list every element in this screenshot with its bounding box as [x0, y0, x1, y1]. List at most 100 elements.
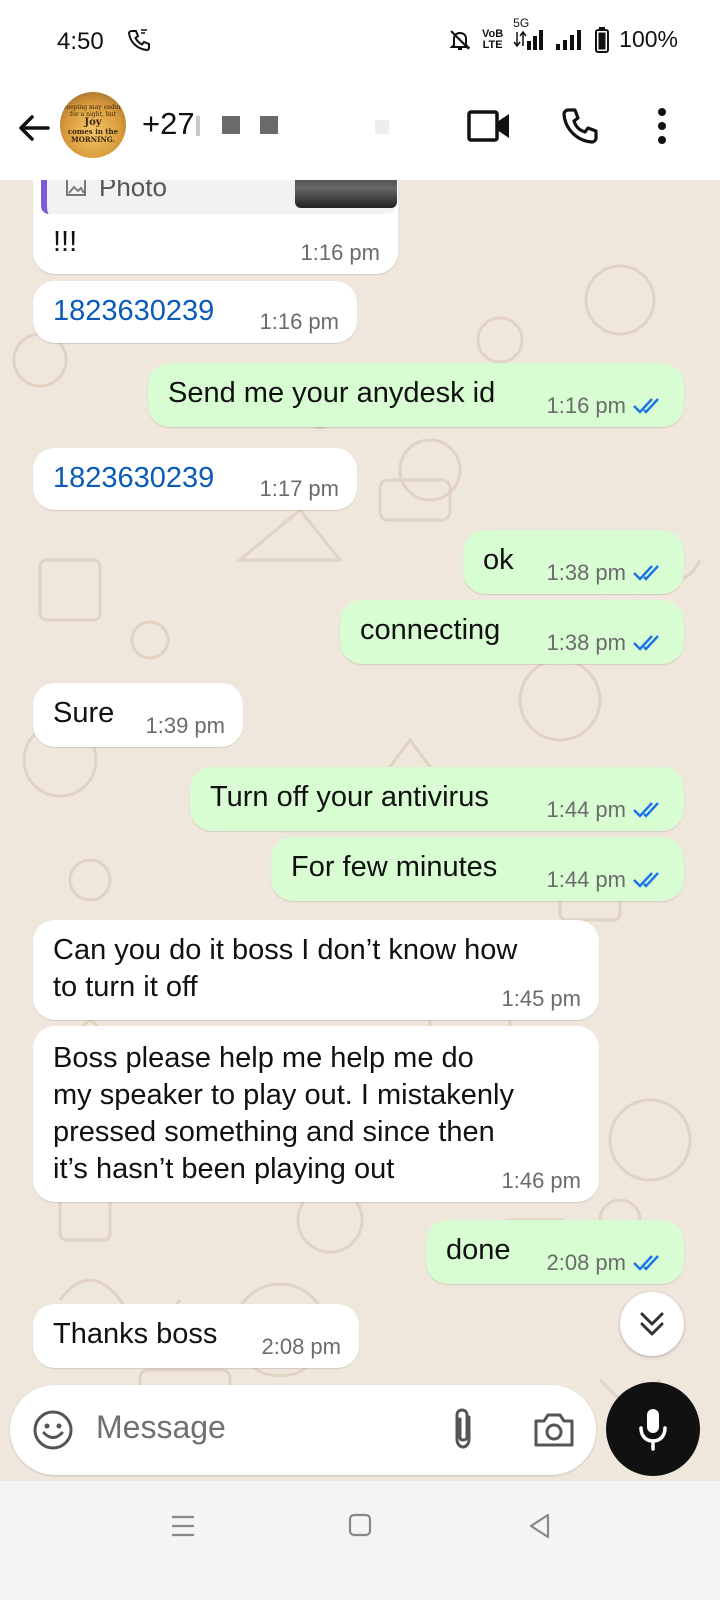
message-bubble-incoming[interactable]: Photo !!! 1:16 pm: [33, 180, 398, 274]
message-time: 1:16 pm: [546, 393, 627, 418]
wifi-calling-icon: [127, 29, 150, 52]
message-composer[interactable]: Message: [10, 1385, 596, 1475]
message-text: Send me your anydesk id: [168, 377, 496, 409]
attach-icon[interactable]: [446, 1407, 480, 1453]
battery-percent: 100%: [619, 26, 678, 52]
battery-icon: [595, 26, 610, 53]
scroll-to-bottom-button[interactable]: [620, 1292, 684, 1356]
signal-icon-2: [556, 29, 582, 50]
message-meta: 1:16 pm: [260, 309, 340, 335]
emoji-icon[interactable]: [32, 1409, 74, 1451]
message-meta: 1:38 pm: [547, 560, 667, 586]
mic-icon: [639, 1409, 667, 1451]
message-bubble-outgoing[interactable]: done 2:08 pm: [426, 1220, 684, 1284]
message-time: 1:17 pm: [259, 476, 340, 501]
signal-icon-1: [513, 29, 544, 50]
message-text: Can you do it boss I don’t know how to t…: [53, 934, 518, 1003]
read-ticks-icon: [633, 635, 659, 651]
message-text: Boss please help me help me do my speake…: [53, 1042, 514, 1185]
message-bubble-incoming[interactable]: Boss please help me help me do my speake…: [33, 1026, 599, 1202]
message-meta: 2:08 pm: [547, 1250, 667, 1276]
avatar-text-line1: Weeping may endure for a night, but: [60, 104, 126, 118]
message-text: done: [446, 1234, 511, 1266]
message-meta: 1:17 pm: [260, 476, 340, 502]
message-meta: 1:38 pm: [547, 630, 667, 656]
message-bubble-incoming[interactable]: Can you do it boss I don’t know how to t…: [33, 920, 599, 1020]
message-meta: 1:44 pm: [547, 867, 667, 893]
quoted-photo-preview[interactable]: Photo: [41, 180, 397, 214]
status-time: 4:50: [57, 28, 104, 55]
message-bubble-outgoing[interactable]: connecting 1:38 pm: [340, 600, 684, 664]
message-meta: 1:46 pm: [502, 1168, 582, 1194]
message-time: 1:38 pm: [546, 630, 627, 655]
read-ticks-icon: [633, 398, 659, 414]
read-ticks-icon: [633, 872, 659, 888]
redacted-number: [196, 116, 200, 136]
read-ticks-icon: [633, 802, 659, 818]
read-ticks-icon: [633, 565, 659, 581]
message-text: Thanks boss: [53, 1318, 218, 1350]
volte-badge: VoB LTE: [481, 27, 504, 51]
message-meta: 1:44 pm: [547, 797, 667, 823]
message-input-placeholder[interactable]: Message: [96, 1409, 226, 1446]
message-link-text[interactable]: 1823630239: [53, 460, 214, 497]
home-icon[interactable]: [346, 1511, 374, 1539]
message-meta: 1:45 pm: [502, 986, 582, 1012]
contact-name[interactable]: +27: [142, 106, 195, 142]
message-time: 1:38 pm: [546, 560, 627, 585]
redacted-number: [260, 116, 278, 134]
read-ticks-icon: [633, 1255, 659, 1271]
signal-5g: 5G: [513, 16, 545, 52]
message-bubble-outgoing[interactable]: Send me your anydesk id 1:16 pm: [148, 363, 684, 427]
message-text: Turn off your antivirus: [210, 781, 489, 813]
video-call-icon[interactable]: [466, 108, 512, 144]
message-bubble-incoming[interactable]: Thanks boss 2:08 pm: [33, 1304, 359, 1368]
message-meta: 1:39 pm: [146, 713, 226, 739]
scroll-down-icon: [640, 1312, 664, 1336]
photo-icon: [66, 180, 86, 196]
message-time: 1:44 pm: [546, 867, 627, 892]
quoted-label: Photo: [99, 180, 167, 202]
network-5g-label: 5G: [513, 15, 530, 30]
message-text: connecting: [360, 614, 501, 646]
message-time: 1:16 pm: [259, 309, 340, 334]
status-icons: VoB LTE 5G 100%: [448, 16, 678, 53]
message-time: 1:16 pm: [300, 240, 381, 265]
status-bar: 4:50 VoB LTE 5G 100%: [0, 0, 720, 84]
mute-icon: [449, 29, 471, 50]
message-meta: 1:16 pm: [547, 393, 667, 419]
message-text: ok: [483, 544, 514, 576]
message-text: Sure: [53, 697, 115, 729]
message-time: 1:39 pm: [145, 713, 226, 738]
voice-message-button[interactable]: [606, 1382, 700, 1476]
message-meta: 1:16 pm: [301, 240, 381, 266]
chat-area[interactable]: Photo !!! 1:16 pm 1823630239 1:16 pm Sen…: [0, 180, 720, 1511]
camera-icon[interactable]: [532, 1409, 576, 1451]
message-time: 1:46 pm: [501, 1168, 582, 1193]
nav-back-icon[interactable]: [526, 1511, 554, 1541]
message-bubble-incoming[interactable]: 1823630239 1:17 pm: [33, 448, 357, 510]
redacted-number: [375, 120, 389, 134]
message-bubble-incoming[interactable]: 1823630239 1:16 pm: [33, 281, 357, 343]
message-time: 1:45 pm: [501, 986, 582, 1011]
message-bubble-outgoing[interactable]: Turn off your antivirus 1:44 pm: [190, 767, 684, 831]
contact-avatar[interactable]: Weeping may endure for a night, but Joy …: [60, 92, 126, 158]
quoted-photo-thumbnail: [295, 180, 397, 208]
message-time: 1:44 pm: [546, 797, 627, 822]
message-text: For few minutes: [291, 851, 498, 883]
message-meta: 2:08 pm: [262, 1334, 342, 1360]
redacted-number: [222, 116, 240, 134]
phone-call-icon[interactable]: [560, 106, 600, 146]
message-time: 2:08 pm: [261, 1334, 342, 1359]
back-arrow-icon[interactable]: [14, 108, 54, 148]
more-options-icon[interactable]: [648, 104, 676, 148]
chat-header: Weeping may endure for a night, but Joy …: [0, 84, 720, 180]
message-time: 2:08 pm: [546, 1250, 627, 1275]
system-nav-bar: [0, 1481, 720, 1600]
message-text: !!!: [53, 226, 78, 258]
message-bubble-incoming[interactable]: Sure 1:39 pm: [33, 683, 243, 747]
message-link-text[interactable]: 1823630239: [53, 293, 214, 330]
message-bubble-outgoing[interactable]: For few minutes 1:44 pm: [271, 837, 684, 901]
recent-apps-icon[interactable]: [168, 1511, 198, 1541]
message-bubble-outgoing[interactable]: ok 1:38 pm: [463, 530, 684, 594]
